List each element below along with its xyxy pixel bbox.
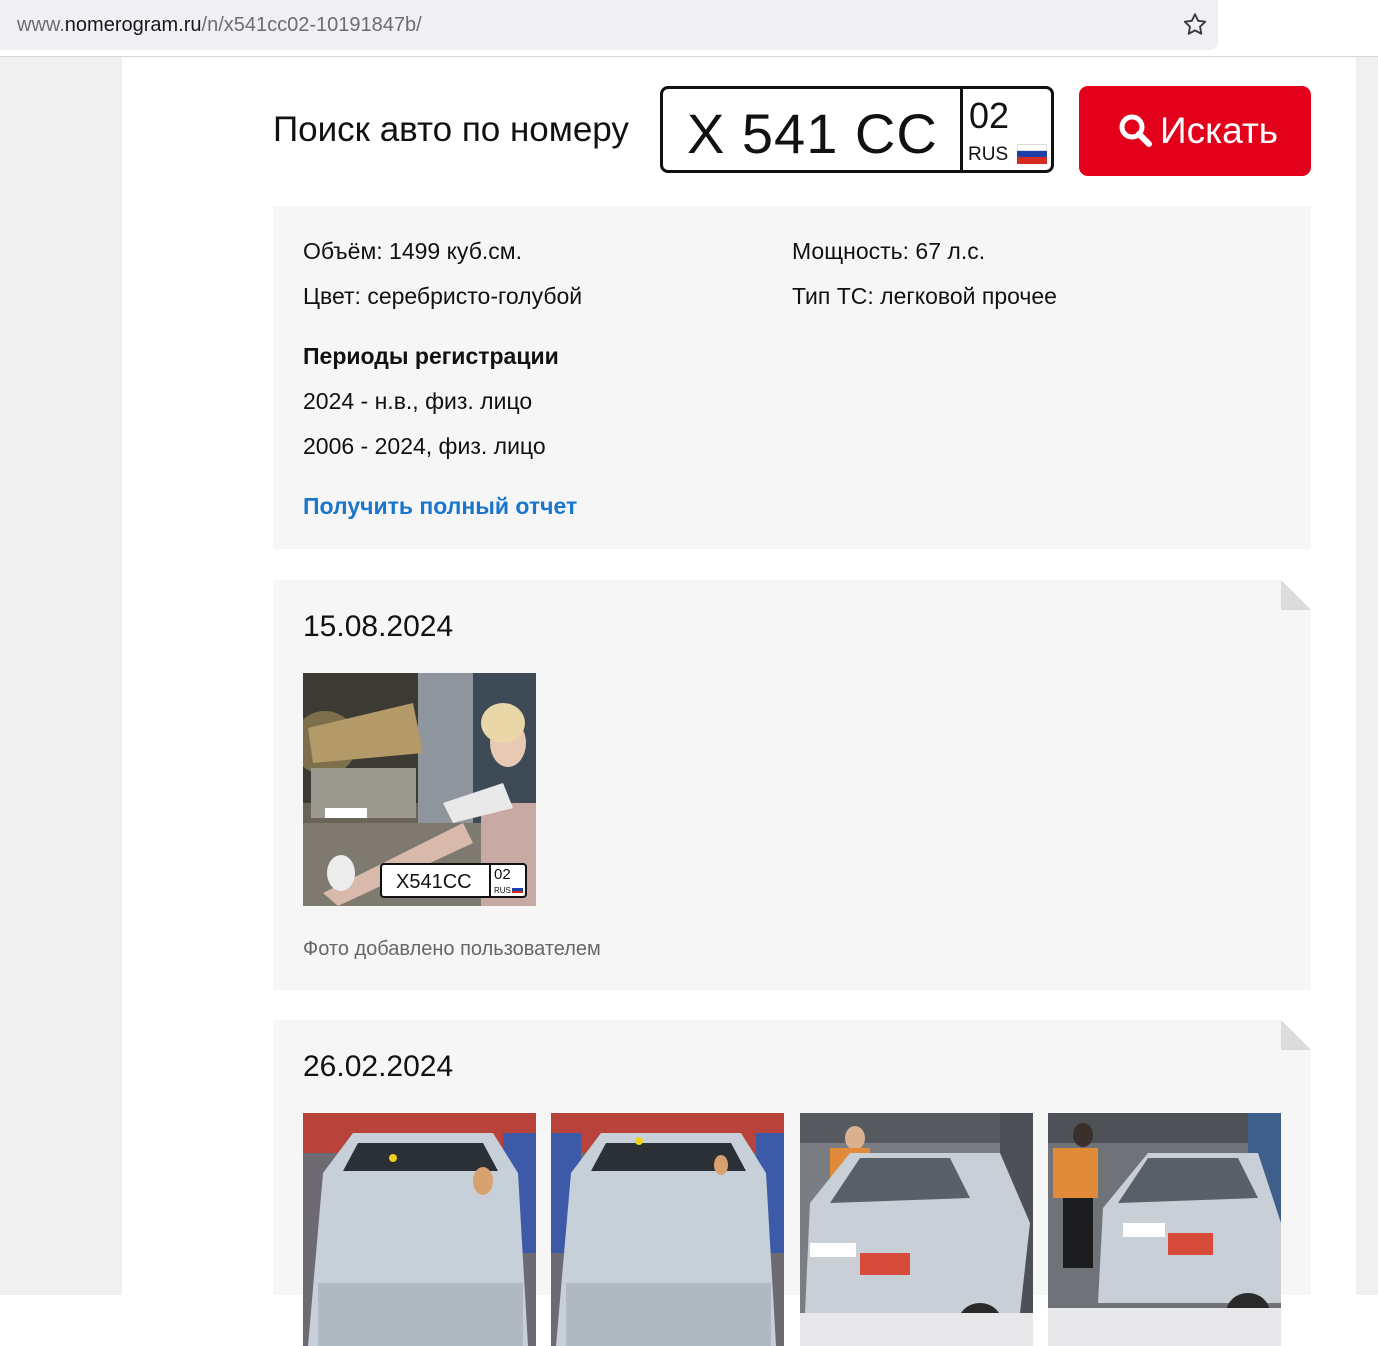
russia-flag-icon [512, 886, 523, 893]
photo-plate-country: RUS [494, 886, 511, 895]
search-title: Поиск авто по номеру [273, 110, 629, 149]
car-front-photo [551, 1113, 784, 1346]
search-icon [1119, 114, 1152, 147]
entry-date: 15.08.2024 [303, 610, 454, 643]
page-gutter-left [0, 57, 122, 1295]
photo-caption: Фото добавлено пользователем [303, 938, 601, 960]
region-code: 02 [969, 95, 1010, 136]
vehicle-photo-thumbnail[interactable] [551, 1113, 784, 1346]
vehicle-photo-thumbnail[interactable] [1048, 1113, 1281, 1346]
engine-power: Мощность: 67 л.с. [792, 238, 986, 264]
photo-plate-overlay: Х541СС 02 RUS [380, 863, 527, 898]
car-rear-photo [1048, 1113, 1281, 1346]
url-prefix: www. [17, 14, 65, 36]
browser-toolbar: www.nomerogram.ru/n/x541cc02-10191847b/ [0, 0, 1378, 57]
folded-corner [1281, 580, 1311, 610]
photo-entry-card: 15.08.2024 Х541СС 02 RUS Фото добавлено … [273, 580, 1311, 990]
car-front-photo [303, 1113, 536, 1346]
star-icon[interactable] [1181, 11, 1209, 39]
vehicle-color: Цвет: серебристо-голубой [303, 283, 583, 309]
search-button[interactable]: Искать [1079, 86, 1311, 176]
url-path: /n/x541cc02-10191847b/ [201, 14, 422, 36]
plate-number-value: Х 541 СС [687, 102, 938, 165]
folded-corner [1281, 1020, 1311, 1050]
plate-divider [489, 865, 491, 896]
url-text[interactable]: www.nomerogram.ru/n/x541cc02-10191847b/ [17, 14, 422, 37]
period-item: 2024 - н.в., физ. лицо [303, 388, 533, 414]
car-rear-photo [800, 1113, 1033, 1346]
url-host: nomerogram.ru [64, 14, 202, 36]
country-code: RUS [968, 144, 1009, 165]
vehicle-photo-thumbnail[interactable]: Х541СС 02 RUS [303, 673, 536, 906]
page-gutter-right [1356, 57, 1378, 1295]
photo-plate-region: 02 [494, 866, 511, 883]
vehicle-type: Тип ТС: легковой прочее [792, 283, 1057, 309]
entry-date: 26.02.2024 [303, 1050, 454, 1083]
vehicle-photo-thumbnail[interactable] [800, 1113, 1033, 1346]
plate-region-field[interactable]: 02 RUS [963, 89, 1051, 170]
full-report-link[interactable]: Получить полный отчет [303, 493, 577, 520]
photo-entry-card: 26.02.2024 [273, 1020, 1311, 1346]
address-bar[interactable]: www.nomerogram.ru/n/x541cc02-10191847b/ [0, 0, 1218, 50]
plate-search-input[interactable]: Х 541 СС 02 RUS [660, 86, 1054, 173]
periods-heading: Периоды регистрации [303, 343, 559, 369]
search-button-label: Искать [1160, 110, 1279, 151]
engine-volume: Объём: 1499 куб.см. [303, 238, 522, 264]
plate-number-field[interactable]: Х 541 СС [663, 89, 963, 170]
vehicle-info-card: Объём: 1499 куб.см. Мощность: 67 л.с. Цв… [273, 206, 1311, 549]
russia-flag-icon [1017, 144, 1047, 164]
photo-plate-number: Х541СС [396, 871, 472, 893]
vehicle-photo-thumbnail[interactable] [303, 1113, 536, 1346]
period-item: 2006 - 2024, физ. лицо [303, 433, 546, 459]
